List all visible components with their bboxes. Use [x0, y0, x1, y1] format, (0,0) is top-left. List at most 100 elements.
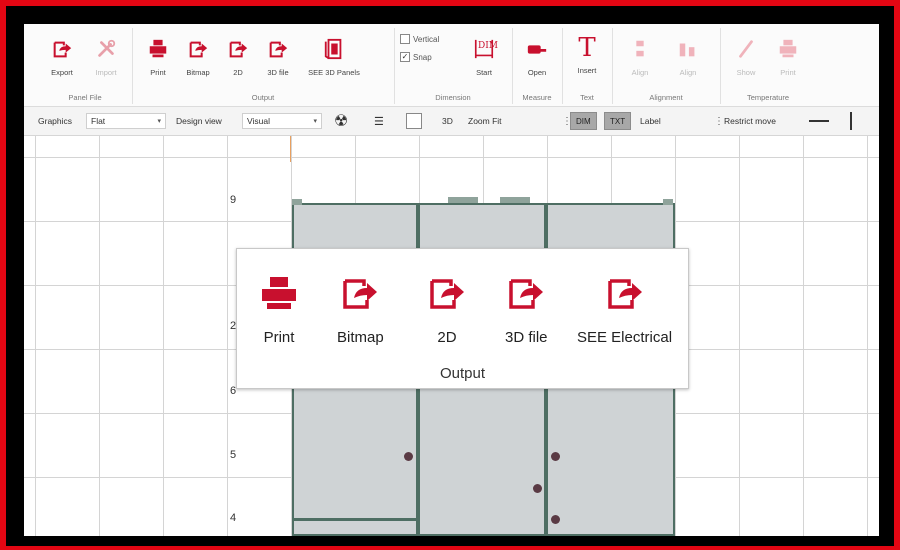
group-label-alignment: Alignment: [649, 93, 683, 102]
door-handle: [551, 452, 560, 461]
bitmap-label: Bitmap: [186, 68, 210, 77]
popup-3d-file-button[interactable]: 3D file: [505, 273, 548, 346]
export-3d-icon: [269, 41, 288, 58]
measure-open-button[interactable]: Open: [517, 32, 557, 86]
temperature-show-button[interactable]: Show: [726, 32, 766, 86]
list-icon[interactable]: ☰: [374, 107, 384, 135]
popup-2d-button[interactable]: 2D: [427, 273, 467, 346]
door-handle: [551, 515, 560, 524]
export-2d-icon: [229, 41, 248, 58]
dimension-start-button[interactable]: DIM Start: [464, 32, 504, 86]
printer-icon: [149, 39, 167, 58]
insert-label: Insert: [577, 66, 597, 75]
dim-icon-text: DIM: [478, 41, 498, 51]
text-t-icon: T: [578, 33, 596, 63]
group-label-text: Text: [580, 93, 594, 102]
export-button[interactable]: Export: [42, 32, 82, 86]
printer-icon: [779, 39, 797, 58]
see-3d-panels-label: SEE 3D Panels: [308, 68, 360, 77]
design-view-label: Design view: [176, 116, 222, 126]
snap-checkbox[interactable]: ✓ Snap: [400, 52, 432, 62]
popup-group-label: Output: [439, 365, 486, 382]
graphics-label: Graphics: [38, 116, 73, 126]
open-label: Open: [527, 68, 547, 77]
ribbon-group-output: Print Bitmap 2D 3D file SEE 3D Panels Ou…: [132, 28, 395, 104]
bitmap-button[interactable]: Bitmap: [178, 32, 218, 86]
dim-toggle-button[interactable]: DIM: [570, 112, 597, 130]
graphics-select[interactable]: Flat ▾: [86, 113, 166, 129]
see-3d-panels-button[interactable]: SEE 3D Panels: [308, 32, 360, 86]
chevron-down-icon: ▾: [157, 118, 161, 125]
export-3d-icon: [509, 279, 544, 309]
toolbar: Graphics Flat ▾ Design view Visual ▾ ☢ ☰…: [24, 107, 879, 136]
output-zoom-popup: Print Bitmap 2D 3D file SEE Electrical O…: [236, 248, 689, 389]
popup-see-electrical-button[interactable]: SEE Electrical: [577, 273, 672, 346]
ribbon-group-temperature: Show Print Temperature: [720, 28, 816, 104]
group-label-panel-file: Panel File: [68, 93, 102, 102]
temperature-print-button[interactable]: Print: [768, 32, 808, 86]
export-label: Export: [51, 68, 73, 77]
print-label: Print: [150, 68, 166, 77]
design-view-value: Visual: [247, 116, 270, 126]
start-label: Start: [476, 68, 492, 77]
group-label-dimension: Dimension: [435, 93, 471, 102]
3d-file-button[interactable]: 3D file: [258, 32, 298, 86]
ruler-label: 5: [230, 449, 237, 461]
txt-toggle-button[interactable]: TXT: [604, 112, 632, 130]
2d-button[interactable]: 2D: [218, 32, 258, 86]
vertical-checkbox-box: [400, 34, 410, 44]
popup-see-electrical-label: SEE Electrical: [577, 329, 673, 346]
text-insert-button[interactable]: T Insert: [567, 32, 607, 86]
popup-bitmap-label: Bitmap: [337, 329, 384, 346]
cabinet-hinge: [292, 199, 302, 205]
panel-book-icon: [324, 38, 342, 60]
3d-mode-button[interactable]: 3D: [442, 107, 453, 135]
label-value: Label: [640, 116, 661, 126]
origin-marker: [290, 136, 291, 162]
align-horizontal-icon: [679, 43, 695, 57]
export-icon: [53, 41, 72, 58]
2d-label: 2D: [233, 68, 243, 77]
label-select[interactable]: Label: [636, 113, 706, 129]
import-button[interactable]: Import: [86, 32, 126, 86]
vertical-label: Vertical: [413, 34, 440, 44]
align-2-button[interactable]: Align: [668, 32, 708, 86]
group-label-output: Output: [251, 93, 275, 102]
application-window: Export Import Panel File Print Bitmap 2D…: [24, 24, 879, 536]
cabinet-hinge: [500, 197, 530, 203]
ribbon-group-text: T Insert Text: [562, 28, 613, 104]
print-button[interactable]: Print: [138, 32, 178, 86]
align-label: Align: [631, 68, 649, 77]
frame-toggle-icon[interactable]: [406, 113, 422, 129]
export-bitmap-icon: [343, 279, 378, 309]
restrict-horizontal-icon[interactable]: [809, 120, 829, 122]
ribbon-group-panel-file: Export Import Panel File: [38, 28, 133, 104]
door-handle: [533, 484, 542, 493]
import-label: Import: [95, 68, 117, 77]
toolbar-separator-icon: ⋮: [714, 115, 724, 127]
restrict-move-label: Restrict move: [724, 116, 776, 126]
popup-print-button[interactable]: Print: [259, 273, 299, 346]
ribbon: Export Import Panel File Print Bitmap 2D…: [24, 24, 879, 107]
ribbon-group-measure: Open Measure: [512, 28, 563, 104]
ruler-label: 4: [230, 512, 237, 524]
cabinet-hinge: [448, 197, 478, 203]
radiation-icon[interactable]: ☢: [334, 107, 348, 135]
group-label-measure: Measure: [522, 93, 552, 102]
tape-measure-icon: [527, 45, 547, 54]
zoom-fit-button[interactable]: Zoom Fit: [468, 107, 502, 135]
align-vertical-icon: [636, 40, 644, 57]
align-button[interactable]: Align: [620, 32, 660, 86]
align-2-label: Align: [679, 68, 697, 77]
popup-bitmap-button[interactable]: Bitmap: [337, 273, 384, 346]
design-view-select[interactable]: Visual ▾: [242, 113, 322, 129]
vertical-checkbox[interactable]: Vertical: [400, 34, 439, 44]
print-2-label: Print: [780, 68, 796, 77]
restrict-vertical-icon[interactable]: [850, 112, 852, 130]
tools-icon: [98, 39, 116, 57]
ribbon-group-dimension: Vertical ✓ Snap DIM Start Dimension: [394, 28, 513, 104]
ribbon-group-alignment: Align Align Alignment: [612, 28, 721, 104]
group-label-temperature: Temperature: [746, 93, 790, 102]
3d-file-label: 3D file: [267, 68, 289, 77]
graphics-value: Flat: [91, 116, 106, 126]
